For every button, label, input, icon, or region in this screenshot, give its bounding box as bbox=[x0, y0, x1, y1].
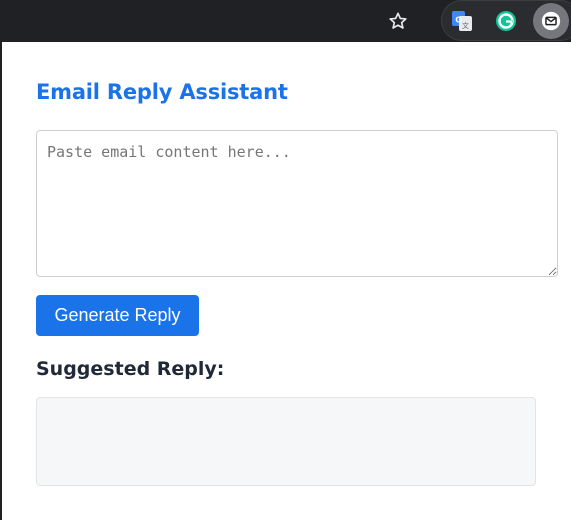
email-content-input[interactable] bbox=[36, 130, 558, 277]
star-icon bbox=[389, 12, 407, 29]
grammarly-icon bbox=[496, 11, 516, 31]
bookmark-star-button[interactable] bbox=[384, 7, 412, 35]
svg-text:G: G bbox=[455, 16, 462, 25]
suggested-reply-output bbox=[36, 397, 536, 486]
mail-icon bbox=[541, 11, 561, 31]
browser-toolbar: G 文 bbox=[0, 0, 571, 42]
email-assistant-extension-button[interactable] bbox=[533, 3, 569, 39]
grammarly-extension-button[interactable] bbox=[491, 6, 521, 36]
google-translate-extension-button[interactable]: G 文 bbox=[447, 6, 477, 36]
popup-title: Email Reply Assistant bbox=[36, 80, 288, 104]
generate-reply-button[interactable]: Generate Reply bbox=[36, 295, 199, 336]
google-translate-icon: G 文 bbox=[452, 11, 472, 31]
suggested-reply-heading: Suggested Reply: bbox=[36, 358, 225, 380]
svg-text:文: 文 bbox=[462, 21, 469, 30]
